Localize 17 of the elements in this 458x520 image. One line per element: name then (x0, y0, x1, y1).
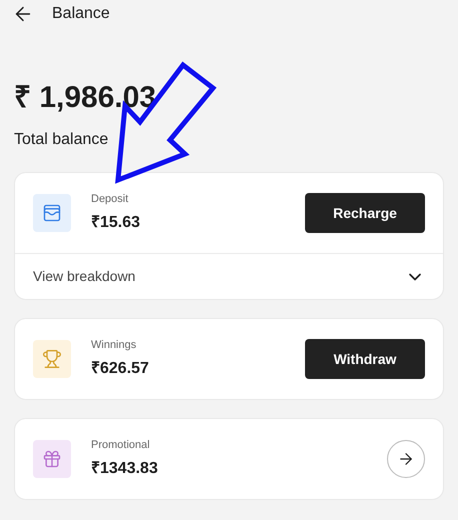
trophy-icon (33, 340, 71, 378)
arrow-right-icon (397, 450, 415, 468)
wallet-icon (33, 194, 71, 232)
account-label: Promotional (91, 438, 151, 453)
action-button[interactable]: Withdraw (305, 339, 425, 379)
breakdown-toggle[interactable]: View breakdown (15, 253, 443, 299)
account-amount: ₹626.57 (91, 359, 150, 380)
account-amount: ₹1343.83 (91, 459, 159, 480)
total-label: Total balance (14, 130, 110, 150)
account-amount: ₹15.63 (91, 213, 142, 234)
account-label: Winnings (91, 338, 138, 353)
action-button[interactable]: Recharge (305, 193, 425, 233)
gift-icon (33, 440, 71, 478)
next-button[interactable] (387, 440, 425, 478)
total-amount: ₹ 1,986.03 (14, 80, 158, 116)
page-title: Balance (52, 4, 110, 24)
account-label: Deposit (91, 192, 130, 207)
